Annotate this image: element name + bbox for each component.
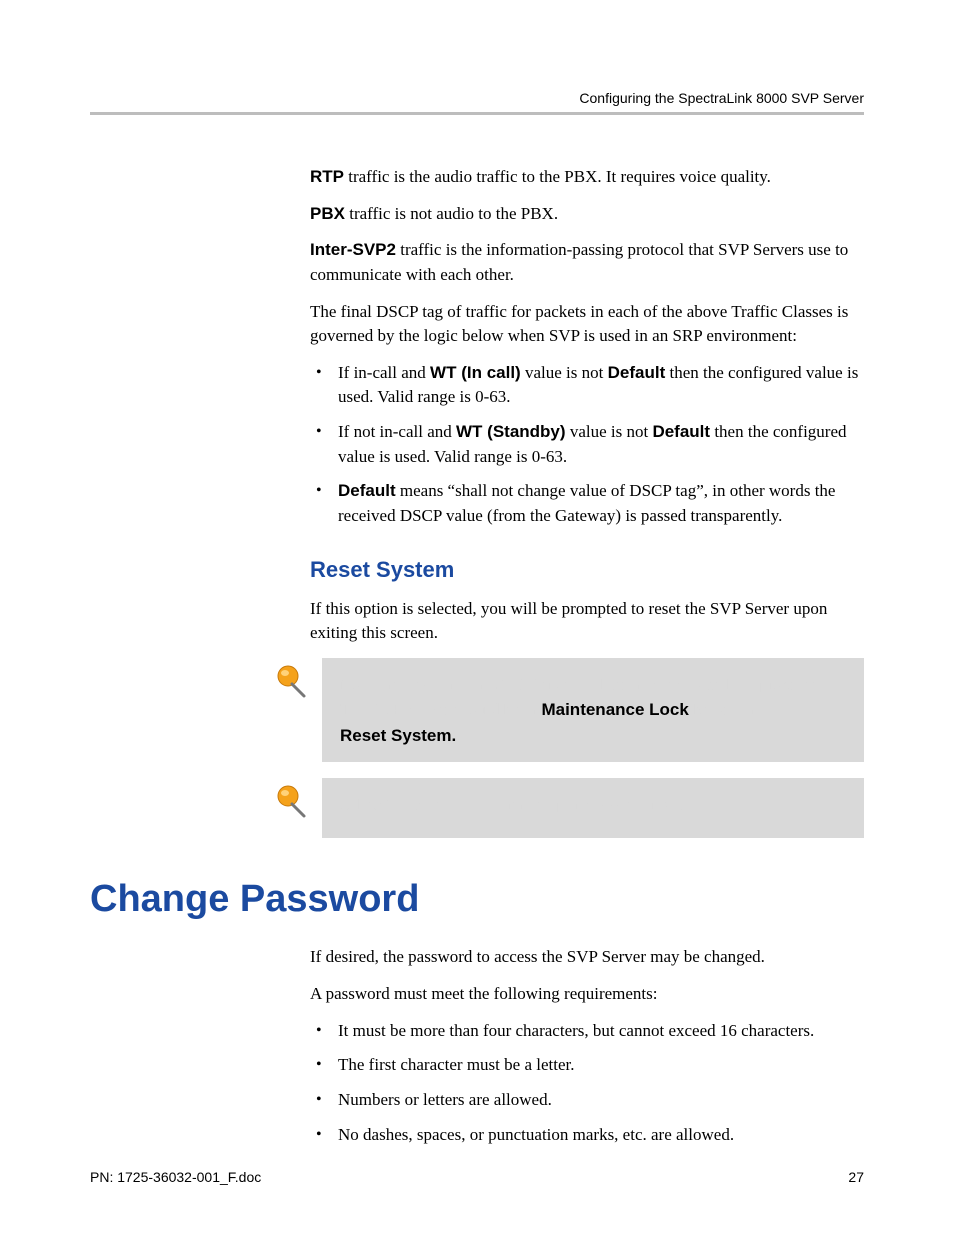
header-rule: [90, 112, 864, 115]
change-password-heading: Change Password: [90, 878, 864, 921]
cp-p1: If desired, the password to access the S…: [310, 945, 864, 970]
rtp-label: RTP: [310, 167, 344, 186]
n1-mid: before the: [689, 700, 762, 719]
footer-page-number: 27: [848, 1169, 864, 1185]
note-box-maintenance-lock: Note that resetting the SVP Server will …: [322, 658, 864, 763]
n2-text: All active calls are terminated upon a s…: [340, 795, 686, 814]
reset-system-paragraph: If this option is selected, you will be …: [310, 597, 864, 646]
b1-def: Default: [608, 363, 666, 382]
b2-def: Default: [652, 422, 710, 441]
page-footer: PN: 1725-36032-001_F.doc 27: [90, 1169, 864, 1185]
rtp-paragraph: RTP traffic is the audio traffic to the …: [310, 165, 864, 190]
footer-doc-id: PN: 1725-36032-001_F.doc: [90, 1169, 261, 1185]
b2-pre: If not in-call and: [338, 422, 456, 441]
b1-wt: WT (In call): [430, 363, 521, 382]
pushpin-icon: [270, 782, 310, 822]
running-head: Configuring the SpectraLink 8000 SVP Ser…: [90, 90, 864, 106]
pbx-paragraph: PBX traffic is not audio to the PBX.: [310, 202, 864, 227]
password-requirements-list: It must be more than four characters, bu…: [310, 1019, 864, 1148]
content-column: RTP traffic is the audio traffic to the …: [310, 165, 864, 288]
b2-mid: value is not: [566, 422, 653, 441]
n1-ml: Maintenance Lock: [541, 700, 688, 719]
b1-mid: value is not: [521, 363, 608, 382]
list-item: Numbers or letters are allowed.: [310, 1088, 864, 1113]
list-item: It must be more than four characters, bu…: [310, 1019, 864, 1044]
n1-rs: Reset System.: [340, 726, 456, 745]
intersvp2-paragraph: Inter-SVP2 traffic is the information-pa…: [310, 238, 864, 287]
intersvp2-label: Inter-SVP2: [310, 240, 396, 259]
rtp-text: traffic is the audio traffic to the PBX.…: [344, 167, 771, 186]
list-item: If in-call and WT (In call) value is not…: [310, 361, 864, 410]
b2-wt: WT (Standby): [456, 422, 566, 441]
change-password-section: If desired, the password to access the S…: [310, 945, 864, 1147]
dscp-intro: The final DSCP tag of traffic for packet…: [310, 300, 864, 349]
list-item: If not in-call and WT (Standby) value is…: [310, 420, 864, 469]
page-container: Configuring the SpectraLink 8000 SVP Ser…: [0, 0, 954, 1235]
list-item: Default means “shall not change value of…: [310, 479, 864, 528]
note-row-1: Note that resetting the SVP Server will …: [270, 658, 864, 763]
b3-def: Default: [338, 481, 396, 500]
pushpin-icon: [270, 662, 310, 702]
list-item: The first character must be a letter.: [310, 1053, 864, 1078]
note-box-active-calls: All active calls are terminated upon a s…: [322, 778, 864, 838]
b3-post: means “shall not change value of DSCP ta…: [338, 481, 835, 525]
dscp-bullet-list: If in-call and WT (In call) value is not…: [310, 361, 864, 529]
cp-p2: A password must meet the following requi…: [310, 982, 864, 1007]
reset-system-heading: Reset System: [310, 557, 864, 583]
note-row-2: All active calls are terminated upon a s…: [270, 778, 864, 838]
pbx-text: traffic is not audio to the PBX.: [345, 204, 558, 223]
dscp-section: The final DSCP tag of traffic for packet…: [310, 300, 864, 646]
b1-pre: If in-call and: [338, 363, 430, 382]
pbx-label: PBX: [310, 204, 345, 223]
list-item: No dashes, spaces, or punctuation marks,…: [310, 1123, 864, 1148]
